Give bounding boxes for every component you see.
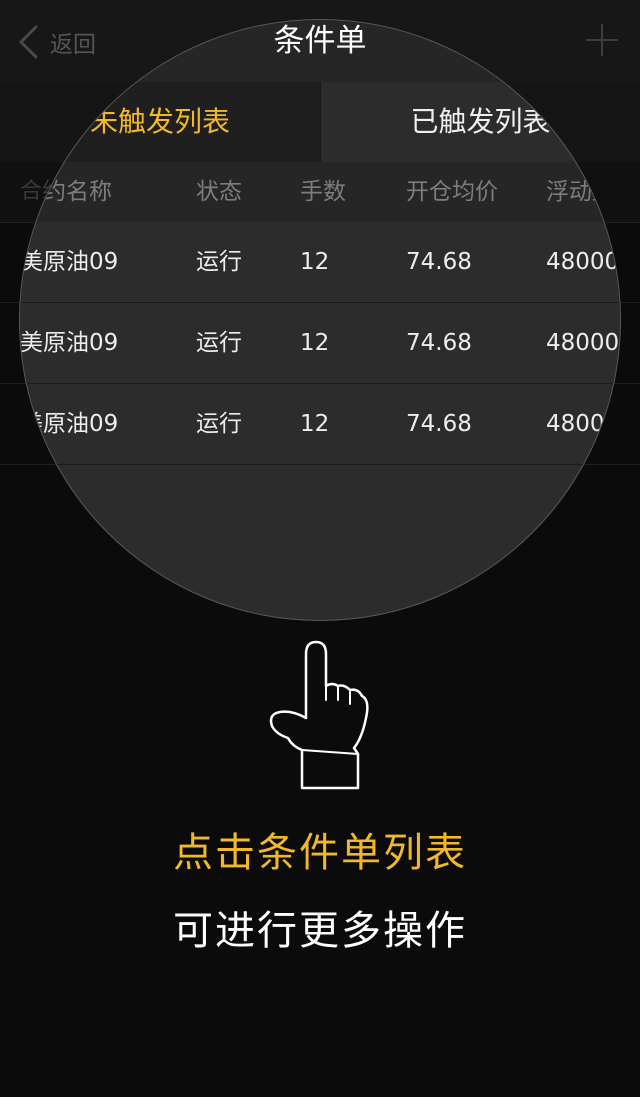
table-row[interactable]: 美原油09 运行 12 74.68 48000.00 bbox=[20, 222, 620, 303]
spotlight-circle: 条件单 未触发列表 已触发列表 合约名称 状态 手数 开仓均价 浮动盈利 美原油… bbox=[20, 20, 620, 620]
hint-line-2: 可进行更多操作 bbox=[173, 908, 467, 954]
cell-contract-name: 美原油09 bbox=[20, 411, 119, 437]
column-header-floating-profit: 浮动盈利 bbox=[546, 179, 620, 205]
cell-contract-name: 美原油09 bbox=[20, 330, 119, 356]
table-row[interactable]: 美原油09 运行 12 74.68 48000.00 bbox=[20, 303, 620, 384]
table-header: 合约名称 状态 手数 开仓均价 浮动盈利 bbox=[20, 162, 620, 223]
cell-average-price: 74.68 bbox=[406, 330, 472, 356]
cell-floating-profit: 48000.00 bbox=[546, 411, 620, 437]
page-title: 条件单 bbox=[20, 20, 620, 82]
cell-floating-profit: 48000.00 bbox=[546, 249, 620, 275]
column-header-status: 状态 bbox=[196, 179, 242, 205]
order-table: 美原油09 运行 12 74.68 48000.00 美原油09 运行 12 7… bbox=[20, 222, 620, 465]
cell-quantity: 12 bbox=[300, 411, 330, 437]
cell-status: 运行 bbox=[196, 411, 242, 437]
cell-status: 运行 bbox=[196, 249, 242, 275]
hint-line-1: 点击条件单列表 bbox=[173, 830, 467, 876]
cell-status: 运行 bbox=[196, 330, 242, 356]
column-header-average-price: 开仓均价 bbox=[406, 179, 498, 205]
pointing-hand-icon bbox=[269, 640, 369, 790]
cell-quantity: 12 bbox=[300, 249, 330, 275]
tab-untriggered[interactable]: 未触发列表 bbox=[20, 82, 320, 162]
table-row[interactable]: 美原油09 运行 12 74.68 48000.00 bbox=[20, 384, 620, 465]
column-header-name: 合约名称 bbox=[20, 179, 112, 205]
cell-average-price: 74.68 bbox=[406, 411, 472, 437]
cell-floating-profit: 48000.00 bbox=[546, 330, 620, 356]
cell-average-price: 74.68 bbox=[406, 249, 472, 275]
cell-quantity: 12 bbox=[300, 330, 330, 356]
column-header-quantity: 手数 bbox=[300, 179, 346, 205]
tab-triggered[interactable]: 已触发列表 bbox=[320, 82, 620, 162]
cell-contract-name: 美原油09 bbox=[20, 249, 119, 275]
